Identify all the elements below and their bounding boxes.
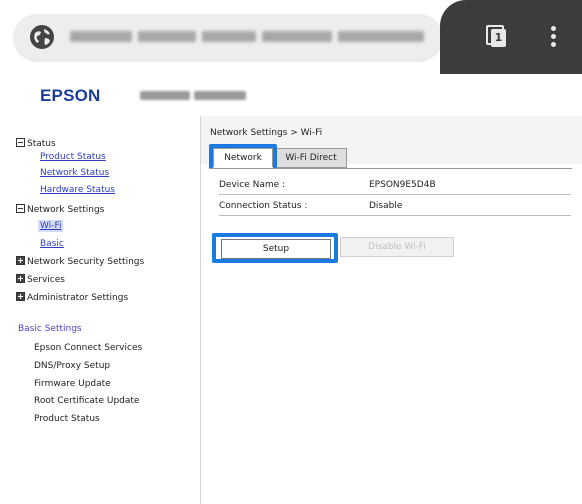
sidebar-item-product-status-basic[interactable]: Product Status [34, 413, 100, 425]
epson-logo: EPSON [40, 86, 101, 105]
expand-icon[interactable] [16, 256, 25, 265]
address-bar[interactable] [14, 14, 442, 60]
sidebar-item-services[interactable]: Services [16, 274, 65, 286]
sidebar-item-wifi[interactable]: Wi-Fi [38, 220, 64, 232]
url-text [262, 31, 332, 42]
expand-icon[interactable] [16, 292, 25, 301]
more-vert-icon[interactable] [548, 26, 558, 48]
printer-model-name [140, 91, 190, 100]
sidebar-item-label: Services [27, 275, 65, 285]
connection-status-label: Connection Status : [219, 201, 308, 211]
sidebar-item-network-settings[interactable]: Network Settings [16, 204, 104, 216]
expand-icon[interactable] [16, 274, 25, 283]
sidebar-item-label: Status [27, 139, 56, 149]
table-row: Connection Status : Disable [219, 195, 571, 216]
device-name-value: EPSON9E5D4B [369, 180, 436, 190]
url-text [202, 31, 256, 42]
disable-wifi-button[interactable]: Disable Wi-Fi [340, 237, 454, 257]
network-info-panel: Device Name : EPSON9E5D4B Connection Sta… [209, 168, 572, 225]
connection-status-value: Disable [369, 201, 403, 211]
browser-toolbar: 1 [0, 0, 582, 74]
url-text [70, 31, 132, 42]
sidebar-item-label: Network Security Settings [27, 257, 145, 267]
sidebar-item-root-certificate-update[interactable]: Root Certificate Update [34, 395, 139, 407]
device-name-label: Device Name : [219, 180, 286, 190]
tab-switcher-button[interactable]: 1 [486, 25, 506, 47]
table-row: Device Name : EPSON9E5D4B [219, 174, 571, 195]
sidebar-item-administrator-settings[interactable]: Administrator Settings [16, 292, 128, 304]
collapse-icon[interactable] [16, 138, 25, 147]
url-text [138, 31, 196, 42]
tab-count: 1 [491, 29, 506, 47]
sidebar-item-firmware-update[interactable]: Firmware Update [34, 378, 111, 390]
sidebar-item-label: Network Settings [27, 205, 105, 215]
breadcrumb: Network Settings > Wi-Fi [210, 128, 323, 138]
sidebar-item-label: Administrator Settings [27, 293, 129, 303]
globe-icon [30, 25, 54, 49]
basic-settings-title: Basic Settings [18, 324, 82, 334]
sidebar-item-dns-proxy-setup[interactable]: DNS/Proxy Setup [34, 360, 110, 372]
url-text [338, 31, 424, 42]
browser-actions-area [440, 0, 582, 74]
main-content: Network Settings > Wi-Fi Network Wi-Fi D… [201, 116, 582, 504]
sidebar-item-epson-connect-services[interactable]: Epson Connect Services [34, 342, 142, 354]
sidebar-item-network-security-settings[interactable]: Network Security Settings [16, 256, 144, 268]
sidebar-item-status[interactable]: Status [16, 138, 56, 150]
printer-model-name [194, 91, 246, 100]
sidebar-item-basic[interactable]: Basic [40, 238, 64, 250]
setup-button-highlight [212, 233, 338, 263]
sidebar: Status Product Status Network Status Har… [0, 116, 201, 504]
collapse-icon[interactable] [16, 204, 25, 213]
web-config-header: EPSON [0, 74, 582, 117]
sidebar-item-network-status[interactable]: Network Status [40, 167, 109, 179]
tab-wifi-direct[interactable]: Wi-Fi Direct [275, 148, 347, 168]
sidebar-item-hardware-status[interactable]: Hardware Status [40, 184, 115, 196]
sidebar-item-product-status[interactable]: Product Status [40, 151, 106, 163]
